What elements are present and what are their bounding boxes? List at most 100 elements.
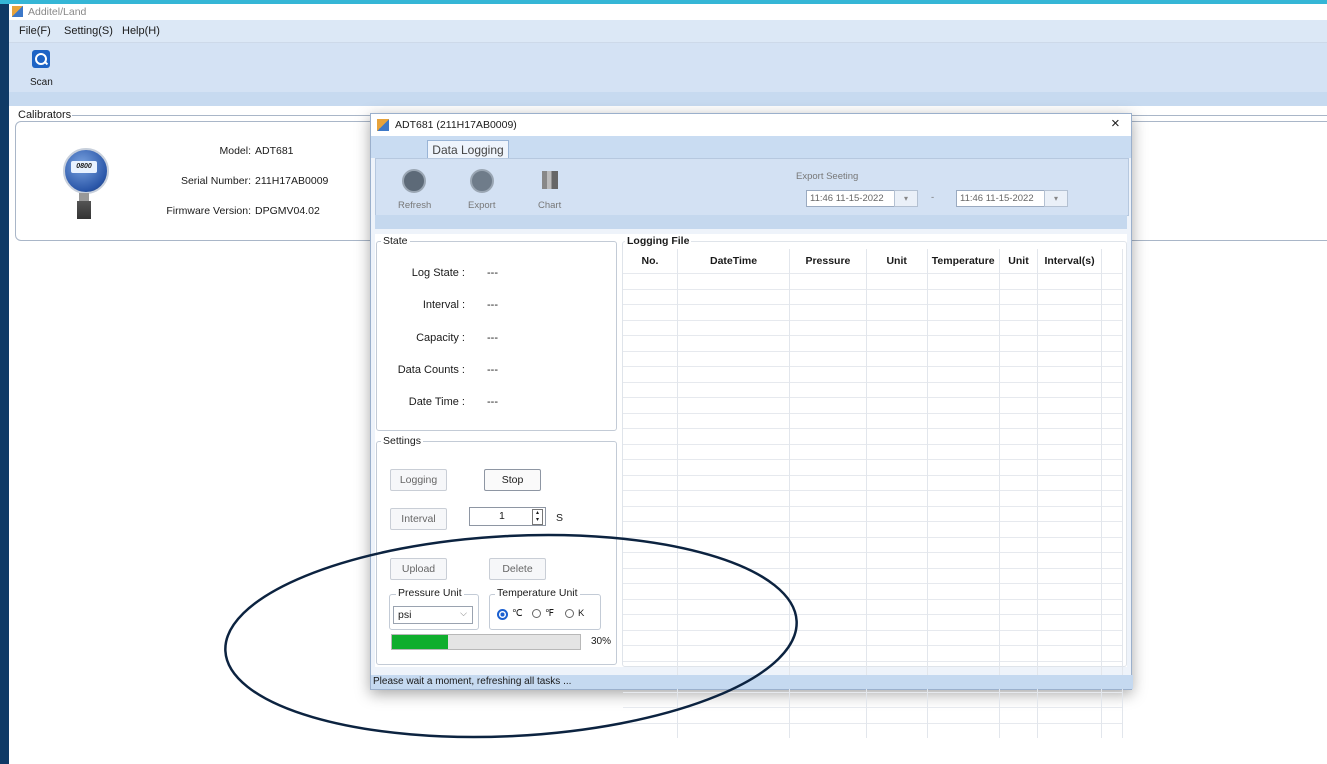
table-cell xyxy=(1101,722,1124,738)
stepper-arrows-icon[interactable]: ▴ ▾ xyxy=(532,509,543,525)
chart-button[interactable]: Chart xyxy=(530,169,570,213)
table-cell xyxy=(789,722,867,738)
table-row[interactable] xyxy=(623,598,1124,615)
table-row[interactable] xyxy=(623,583,1124,599)
table-row[interactable] xyxy=(623,304,1124,320)
column-header[interactable]: No. xyxy=(623,249,679,274)
start-datetime-field[interactable]: 11:46 11-15-2022 xyxy=(806,190,905,207)
table-cell xyxy=(1101,614,1124,630)
table-row[interactable] xyxy=(623,645,1124,661)
column-header[interactable]: Pressure xyxy=(789,249,867,274)
menu-setting[interactable]: Setting(S) xyxy=(64,25,113,37)
firmware-value: DPGMV04.02 xyxy=(255,205,320,217)
table-row[interactable] xyxy=(623,288,1124,305)
table-cell xyxy=(623,474,679,491)
table-cell xyxy=(927,474,1000,491)
delete-button[interactable]: Delete xyxy=(489,558,546,580)
table-row[interactable] xyxy=(623,490,1124,506)
table-cell xyxy=(1101,288,1124,305)
column-header[interactable]: Temperature xyxy=(927,249,1000,274)
table-row[interactable] xyxy=(623,614,1124,630)
table-cell xyxy=(789,583,867,599)
table-cell xyxy=(789,381,867,398)
table-cell xyxy=(1037,304,1102,320)
logging-button[interactable]: Logging xyxy=(390,469,447,491)
table-row[interactable] xyxy=(623,722,1124,738)
column-header[interactable]: Unit xyxy=(999,249,1039,274)
column-header[interactable]: Interval(s) xyxy=(1037,249,1102,274)
table-cell xyxy=(677,319,791,336)
upload-button[interactable]: Upload xyxy=(390,558,447,580)
pressure-unit-select[interactable]: psi ⌵ xyxy=(393,606,473,624)
table-cell xyxy=(999,273,1039,289)
refresh-icon xyxy=(402,169,426,193)
interval-button[interactable]: Interval xyxy=(390,508,447,530)
table-row[interactable] xyxy=(623,707,1124,723)
menu-file[interactable]: File(F) xyxy=(19,25,51,37)
scan-button[interactable]: Scan xyxy=(27,47,61,91)
table-cell xyxy=(1037,707,1102,723)
table-cell xyxy=(623,304,679,320)
table-cell xyxy=(866,397,928,413)
table-row[interactable] xyxy=(623,443,1124,460)
dialog-logo-icon xyxy=(377,119,389,131)
table-row[interactable] xyxy=(623,428,1124,444)
table-row[interactable] xyxy=(623,505,1124,522)
table-row[interactable] xyxy=(623,459,1124,475)
table-cell xyxy=(623,567,679,584)
start-calendar-dropdown[interactable]: ▾ xyxy=(894,190,918,207)
table-row[interactable] xyxy=(623,350,1124,367)
settings-title: Settings xyxy=(381,435,423,447)
radio-kelvin[interactable] xyxy=(565,609,574,618)
column-header[interactable]: DateTime xyxy=(677,249,791,274)
table-row[interactable] xyxy=(623,397,1124,413)
table-cell xyxy=(866,521,928,537)
table-row[interactable] xyxy=(623,335,1124,351)
table-row[interactable] xyxy=(623,629,1124,646)
serial-value: 211H17AB0009 xyxy=(255,175,329,187)
radio-fahrenheit[interactable] xyxy=(532,609,541,618)
table-cell xyxy=(866,412,928,429)
table-cell xyxy=(927,521,1000,537)
end-datetime-field[interactable]: 11:46 11-15-2022 xyxy=(956,190,1055,207)
column-header[interactable]: Unit xyxy=(866,249,928,274)
export-button[interactable]: Export xyxy=(464,169,504,213)
stop-button[interactable]: Stop xyxy=(484,469,541,491)
table-row[interactable] xyxy=(623,273,1124,289)
tab-data-logging[interactable]: Data Logging xyxy=(427,140,509,159)
table-cell xyxy=(1101,428,1124,444)
table-row[interactable] xyxy=(623,536,1124,553)
close-icon[interactable]: × xyxy=(1111,115,1120,132)
table-cell xyxy=(927,412,1000,429)
table-row[interactable] xyxy=(623,366,1124,382)
refresh-button[interactable]: Refresh xyxy=(396,169,436,213)
table-cell xyxy=(789,614,867,630)
table-row[interactable] xyxy=(623,691,1124,708)
end-calendar-dropdown[interactable]: ▾ xyxy=(1044,190,1068,207)
menu-help[interactable]: Help(H) xyxy=(122,25,160,37)
table-cell xyxy=(789,350,867,367)
table-row[interactable] xyxy=(623,381,1124,398)
table-cell xyxy=(1037,412,1102,429)
table-row[interactable] xyxy=(623,474,1124,491)
table-row[interactable] xyxy=(623,567,1124,584)
table-cell xyxy=(999,319,1039,336)
table-cell xyxy=(1101,598,1124,615)
table-row[interactable] xyxy=(623,319,1124,336)
table-cell xyxy=(1037,583,1102,599)
table-row[interactable] xyxy=(623,412,1124,429)
table-cell xyxy=(623,722,679,738)
table-cell xyxy=(1037,567,1102,584)
table-cell xyxy=(677,645,791,661)
logging-file-table: No. DateTime Pressure Unit Temperature Unit In… xyxy=(623,249,1124,738)
table-cell xyxy=(1101,350,1124,367)
radio-celsius[interactable] xyxy=(497,609,508,620)
interval-stepper[interactable]: 1 ▴ ▾ xyxy=(469,507,546,526)
table-row[interactable] xyxy=(623,521,1124,537)
table-cell xyxy=(927,459,1000,475)
table-cell xyxy=(1037,474,1102,491)
table-row[interactable] xyxy=(623,552,1124,568)
model-value: ADT681 xyxy=(255,145,294,157)
chart-label: Chart xyxy=(538,200,562,211)
table-cell xyxy=(866,304,928,320)
